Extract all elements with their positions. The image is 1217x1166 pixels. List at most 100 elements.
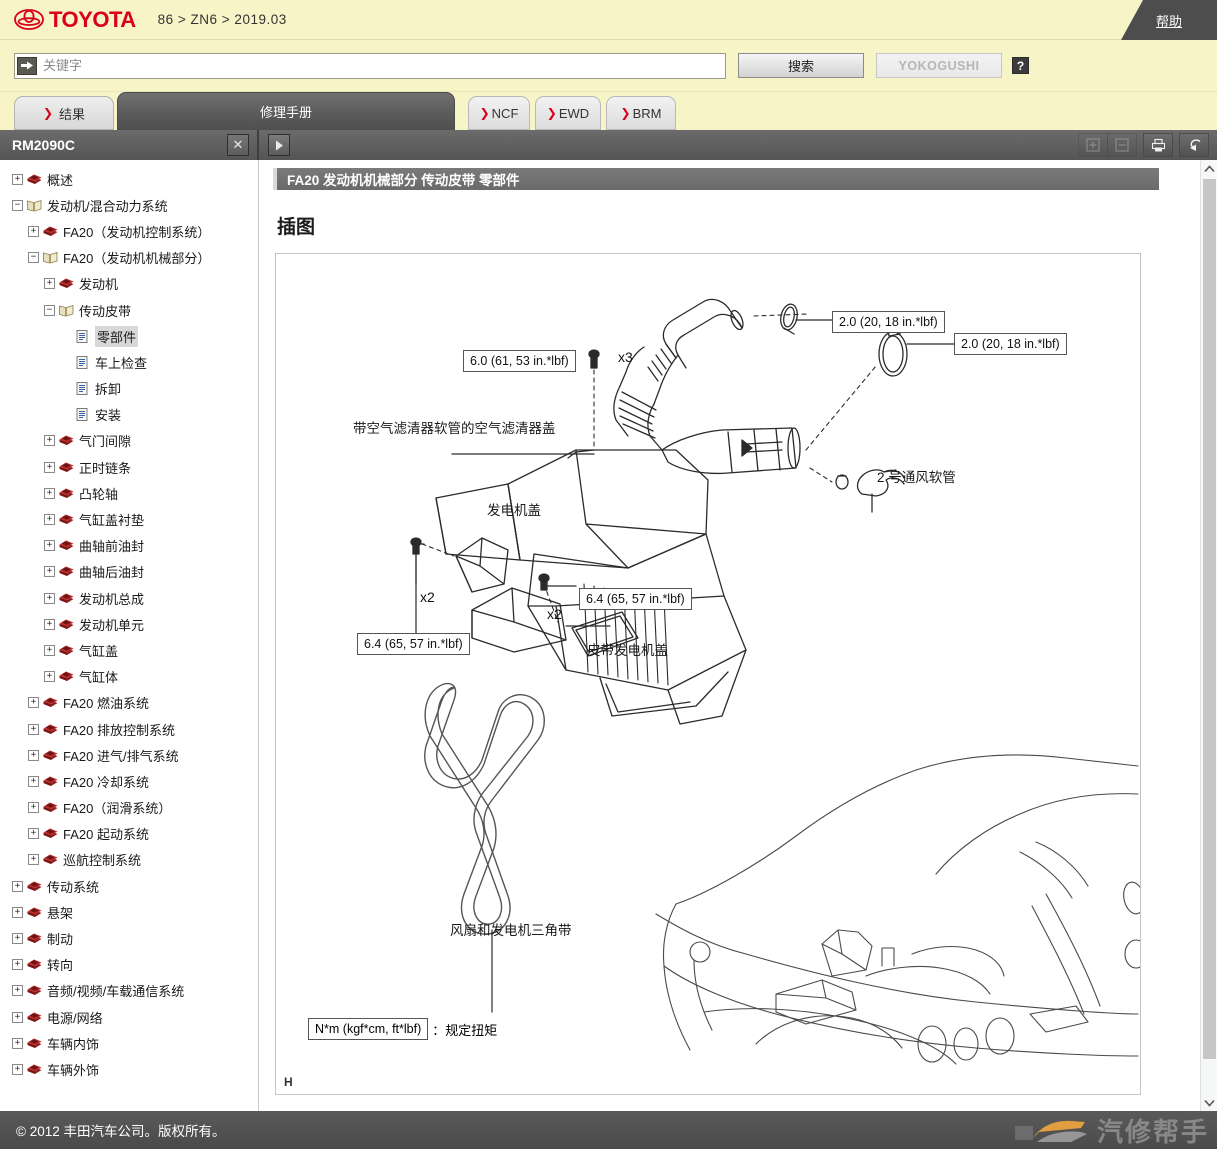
expand-toggle-icon[interactable]: +: [28, 723, 39, 735]
expand-toggle-icon[interactable]: +: [28, 697, 39, 709]
expand-toggle-icon[interactable]: +: [12, 173, 23, 185]
search-button[interactable]: 搜索: [738, 53, 864, 78]
zoom-out-icon[interactable]: [1107, 133, 1137, 157]
scrollbar-thumb[interactable]: [1203, 179, 1216, 1059]
expand-toggle-icon[interactable]: +: [12, 906, 23, 918]
back-icon[interactable]: [1179, 133, 1209, 157]
tree-item-label: 发动机单元: [79, 617, 145, 633]
tree-item[interactable]: + 制动: [0, 925, 258, 951]
tree-item-label: 悬架: [47, 905, 74, 921]
tree-item[interactable]: − FA20（发动机机械部分）: [0, 245, 258, 271]
tree-item[interactable]: 车上检查: [0, 349, 258, 375]
tree-item[interactable]: + FA20（发动机控制系统）: [0, 218, 258, 244]
expand-toggle-icon[interactable]: +: [44, 644, 55, 656]
tree-item[interactable]: + 曲轴后油封: [0, 559, 258, 585]
tree-item[interactable]: + 概述: [0, 166, 258, 192]
tree-item-label: FA20（发动机控制系统）: [63, 224, 211, 240]
scroll-down-icon[interactable]: [1201, 1094, 1217, 1111]
tree-item[interactable]: + 气门间隙: [0, 428, 258, 454]
chevron-right-icon: ❯: [42, 106, 54, 120]
tree-item[interactable]: + FA20 燃油系统: [0, 690, 258, 716]
tree-item[interactable]: + 电源/网络: [0, 1004, 258, 1030]
tree-item[interactable]: + 发动机总成: [0, 585, 258, 611]
tree-item[interactable]: + 悬架: [0, 899, 258, 925]
collapse-toggle-icon[interactable]: −: [28, 252, 39, 264]
expand-toggle-icon[interactable]: +: [12, 985, 23, 997]
scroll-up-icon[interactable]: [1201, 160, 1217, 177]
book-closed-icon: [26, 983, 43, 998]
tree-item[interactable]: + 车辆内饰: [0, 1030, 258, 1056]
expand-toggle-icon[interactable]: +: [44, 461, 55, 473]
close-document-button[interactable]: ✕: [227, 134, 249, 156]
expand-toggle-icon[interactable]: +: [28, 802, 39, 814]
question-mark-icon[interactable]: ?: [1012, 57, 1029, 74]
help-button[interactable]: 帮助: [1121, 0, 1217, 40]
tree-item[interactable]: + 车辆外饰: [0, 1056, 258, 1082]
tab-repair-manual[interactable]: 修理手册: [117, 92, 455, 130]
document-id-zone: RM2090C ✕: [0, 130, 259, 160]
tree-item[interactable]: + 发动机: [0, 271, 258, 297]
print-icon[interactable]: [1143, 133, 1173, 157]
tab-ewd[interactable]: ❯ EWD: [535, 96, 601, 130]
tree-item[interactable]: + 正时链条: [0, 454, 258, 480]
expand-panel-button[interactable]: [268, 134, 290, 156]
arrow-right-icon[interactable]: [17, 56, 37, 75]
tree-item[interactable]: + 巡航控制系统: [0, 847, 258, 873]
tree-item[interactable]: 拆卸: [0, 376, 258, 402]
expand-toggle-icon[interactable]: +: [44, 592, 55, 604]
tab-results[interactable]: ❯ 结果: [14, 96, 114, 130]
expand-toggle-icon[interactable]: +: [12, 933, 23, 945]
search-input[interactable]: [37, 54, 725, 77]
tree-item[interactable]: + 曲轴前油封: [0, 533, 258, 559]
breadcrumb[interactable]: 86 > ZN6 > 2019.03: [158, 12, 287, 27]
expand-toggle-icon[interactable]: +: [44, 671, 55, 683]
expand-toggle-icon[interactable]: +: [28, 854, 39, 866]
tree-item[interactable]: + FA20 进气/排气系统: [0, 742, 258, 768]
collapse-toggle-icon[interactable]: −: [44, 304, 55, 316]
expand-toggle-icon[interactable]: +: [12, 1037, 23, 1049]
expand-toggle-icon[interactable]: +: [44, 514, 55, 526]
expand-toggle-icon[interactable]: +: [28, 775, 39, 787]
expand-toggle-icon[interactable]: +: [44, 278, 55, 290]
tab-brm[interactable]: ❯ BRM: [606, 96, 676, 130]
expand-toggle-icon[interactable]: +: [44, 487, 55, 499]
expand-toggle-icon[interactable]: +: [12, 1011, 23, 1023]
tab-ncf[interactable]: ❯ NCF: [468, 96, 530, 130]
chevron-right-icon: ❯: [546, 106, 557, 120]
illustration-figure: 2.0 (20, 18 in.*lbf) 2.0 (20, 18 in.*lbf…: [275, 253, 1141, 1095]
expand-toggle-icon[interactable]: +: [12, 880, 23, 892]
tree-item[interactable]: + FA20（润滑系统）: [0, 795, 258, 821]
tree-item[interactable]: + 传动系统: [0, 873, 258, 899]
yokogushi-button[interactable]: YOKOGUSHI: [876, 53, 1002, 78]
expand-toggle-icon[interactable]: +: [28, 749, 39, 761]
tree-item[interactable]: + FA20 起动系统: [0, 821, 258, 847]
tree-item[interactable]: + 气缸盖衬垫: [0, 506, 258, 532]
torque-legend-text: ：规定扭矩: [432, 1022, 498, 1038]
zoom-in-icon[interactable]: [1078, 133, 1108, 157]
tree-item[interactable]: + 气缸体: [0, 664, 258, 690]
content-scrollbar[interactable]: [1200, 160, 1217, 1111]
tree-item[interactable]: 零部件: [0, 323, 258, 349]
tree-item[interactable]: + 气缸盖: [0, 637, 258, 663]
expand-toggle-icon[interactable]: +: [44, 618, 55, 630]
book-closed-icon: [58, 669, 75, 684]
tree-item[interactable]: + 凸轮轴: [0, 480, 258, 506]
tree-item[interactable]: + 转向: [0, 952, 258, 978]
expand-toggle-icon[interactable]: +: [12, 959, 23, 971]
expand-toggle-icon[interactable]: +: [44, 566, 55, 578]
search-input-wrapper[interactable]: [14, 52, 726, 79]
tree-item[interactable]: − 传动皮带: [0, 297, 258, 323]
tree-item[interactable]: − 发动机/混合动力系统: [0, 192, 258, 218]
expand-toggle-icon[interactable]: +: [44, 540, 55, 552]
tree-item[interactable]: 安装: [0, 402, 258, 428]
expand-toggle-icon[interactable]: +: [28, 225, 39, 237]
collapse-toggle-icon[interactable]: −: [12, 199, 23, 211]
expand-toggle-icon[interactable]: +: [28, 828, 39, 840]
expand-toggle-icon[interactable]: +: [44, 435, 55, 447]
expand-toggle-icon[interactable]: +: [12, 1063, 23, 1075]
navigation-tree[interactable]: + 概述 − 发动机/混合动力系统 + FA20（发动机控制系统） − FA20（发动机机械部…: [0, 160, 259, 1111]
tree-item[interactable]: + 音频/视频/车载通信系统: [0, 978, 258, 1004]
tree-item[interactable]: + 发动机单元: [0, 611, 258, 637]
tree-item[interactable]: + FA20 冷却系统: [0, 768, 258, 794]
tree-item[interactable]: + FA20 排放控制系统: [0, 716, 258, 742]
